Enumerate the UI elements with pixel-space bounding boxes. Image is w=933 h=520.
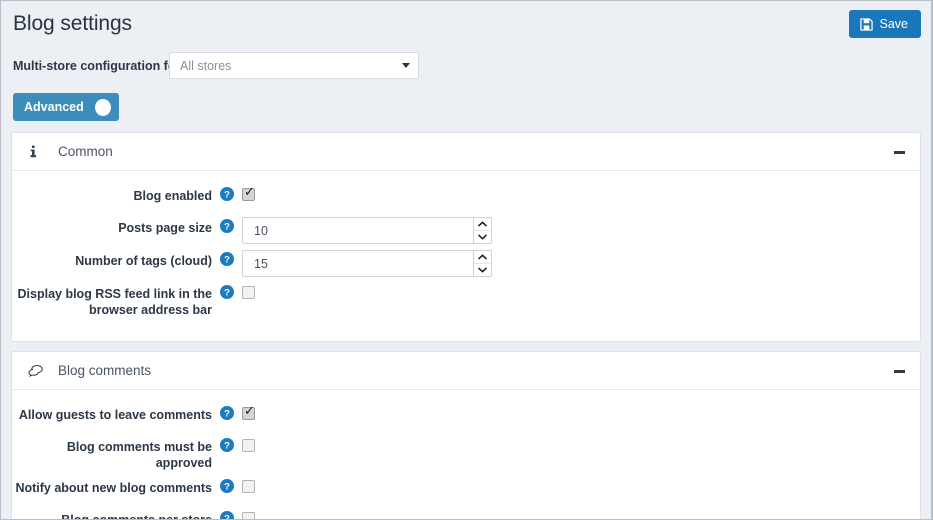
row-comments-must-be-approved-label: Blog comments must be approved xyxy=(12,436,212,471)
settings-page: Blog settings Save Multi-store configura… xyxy=(0,0,933,520)
row-comments-must-be-approved-control xyxy=(242,436,920,457)
row-blog-enabled: Blog enabled ? ✓ xyxy=(12,185,920,211)
row-allow-guests-comments-control: ✓ xyxy=(242,404,920,425)
posts-page-size-stepper[interactable] xyxy=(473,218,491,243)
svg-text:?: ? xyxy=(224,441,230,452)
multistore-label: Multi-store configuration for xyxy=(13,59,180,73)
svg-text:?: ? xyxy=(224,190,230,201)
chevron-down-icon xyxy=(402,63,410,68)
page-header: Blog settings Save xyxy=(1,1,931,51)
rss-feed-link-checkbox[interactable] xyxy=(242,286,255,299)
row-number-of-tags-label: Number of tags (cloud) xyxy=(12,250,212,269)
allow-guests-comments-checkbox[interactable]: ✓ xyxy=(242,407,255,420)
row-rss-feed-link: Display blog RSS feed link in the browse… xyxy=(12,283,920,318)
multistore-select[interactable]: All stores xyxy=(169,52,419,79)
row-posts-page-size: Posts page size ? 10 xyxy=(12,217,920,244)
row-blog-enabled-control: ✓ xyxy=(242,185,920,206)
advanced-toggle-wrap: Advanced xyxy=(1,85,931,121)
row-allow-guests-comments-label: Allow guests to leave comments xyxy=(12,404,212,423)
svg-text:?: ? xyxy=(224,409,230,420)
row-comments-must-be-approved-help: ? xyxy=(212,436,242,452)
row-rss-feed-link-label: Display blog RSS feed link in the browse… xyxy=(12,283,212,318)
svg-text:?: ? xyxy=(224,482,230,493)
row-comments-must-be-approved: Blog comments must be approved ? xyxy=(12,436,920,471)
panel-blog-comments-body: Allow guests to leave comments ? ✓ xyxy=(12,390,920,520)
row-allow-guests-comments: Allow guests to leave comments ? ✓ xyxy=(12,404,920,430)
panel-common-header[interactable]: Common xyxy=(12,133,920,171)
question-circle-icon[interactable]: ? xyxy=(220,438,234,452)
row-posts-page-size-help: ? xyxy=(212,217,242,233)
row-number-of-tags-help: ? xyxy=(212,250,242,266)
row-number-of-tags-control: 15 xyxy=(242,250,920,277)
row-notify-new-comments-label: Notify about new blog comments xyxy=(12,477,212,496)
multistore-row: Multi-store configuration for All stores xyxy=(1,51,931,85)
panel-blog-comments-header[interactable]: Blog comments xyxy=(12,352,920,390)
svg-text:?: ? xyxy=(224,288,230,299)
panel-common-title: Common xyxy=(58,144,113,159)
comment-bubble-icon xyxy=(28,364,50,377)
question-circle-icon[interactable]: ? xyxy=(220,285,234,299)
row-comments-per-store-control xyxy=(242,509,920,520)
save-button[interactable]: Save xyxy=(849,10,922,38)
panel-blog-comments: Blog comments Allow guests to leave comm… xyxy=(11,351,921,520)
advanced-toggle-label: Advanced xyxy=(24,100,95,114)
number-of-tags-field[interactable]: 15 xyxy=(242,250,492,277)
info-icon xyxy=(28,145,50,158)
question-circle-icon[interactable]: ? xyxy=(220,187,234,201)
row-notify-new-comments: Notify about new blog comments ? xyxy=(12,477,920,503)
row-notify-new-comments-control xyxy=(242,477,920,498)
page-title: Blog settings xyxy=(13,12,132,36)
panels-container: Common Blog enabled ? xyxy=(1,121,931,520)
row-blog-enabled-help: ? xyxy=(212,185,242,201)
advanced-toggle[interactable]: Advanced xyxy=(13,93,119,121)
multistore-selected-value: All stores xyxy=(180,59,402,73)
panel-common: Common Blog enabled ? xyxy=(11,132,921,342)
row-blog-enabled-label: Blog enabled xyxy=(12,185,212,204)
stepper-down-icon[interactable] xyxy=(474,264,491,276)
svg-text:?: ? xyxy=(224,222,230,233)
notify-new-comments-checkbox[interactable] xyxy=(242,480,255,493)
svg-text:?: ? xyxy=(224,514,230,520)
panel-common-collapse-minus-icon[interactable] xyxy=(892,145,906,159)
panel-blog-comments-collapse-minus-icon[interactable] xyxy=(892,364,906,378)
floppy-save-icon xyxy=(860,18,873,31)
question-circle-icon[interactable]: ? xyxy=(220,252,234,266)
row-posts-page-size-label: Posts page size xyxy=(12,217,212,236)
question-circle-icon[interactable]: ? xyxy=(220,511,234,520)
row-allow-guests-comments-help: ? xyxy=(212,404,242,420)
row-rss-feed-link-control xyxy=(242,283,920,304)
question-circle-icon[interactable]: ? xyxy=(220,479,234,493)
save-button-label: Save xyxy=(880,17,909,31)
row-comments-per-store: Blog comments per store ? xyxy=(12,509,920,520)
number-of-tags-value[interactable]: 15 xyxy=(243,251,473,276)
toggle-knob xyxy=(95,99,111,116)
stepper-down-icon[interactable] xyxy=(474,231,491,243)
comments-must-be-approved-checkbox[interactable] xyxy=(242,439,255,452)
row-number-of-tags: Number of tags (cloud) ? 15 xyxy=(12,250,920,277)
row-posts-page-size-control: 10 xyxy=(242,217,920,244)
row-comments-per-store-label: Blog comments per store xyxy=(12,509,212,520)
posts-page-size-value[interactable]: 10 xyxy=(243,218,473,243)
stepper-up-icon[interactable] xyxy=(474,218,491,231)
panel-common-body: Blog enabled ? ✓ Posts pag xyxy=(12,171,920,341)
row-notify-new-comments-help: ? xyxy=(212,477,242,493)
posts-page-size-field[interactable]: 10 xyxy=(242,217,492,244)
stepper-up-icon[interactable] xyxy=(474,251,491,264)
number-of-tags-stepper[interactable] xyxy=(473,251,491,276)
panel-blog-comments-title: Blog comments xyxy=(58,363,151,378)
blog-enabled-checkbox[interactable]: ✓ xyxy=(242,188,255,201)
question-circle-icon[interactable]: ? xyxy=(220,219,234,233)
row-comments-per-store-help: ? xyxy=(212,509,242,520)
row-rss-feed-link-help: ? xyxy=(212,283,242,299)
comments-per-store-checkbox[interactable] xyxy=(242,512,255,520)
svg-text:?: ? xyxy=(224,255,230,266)
question-circle-icon[interactable]: ? xyxy=(220,406,234,420)
